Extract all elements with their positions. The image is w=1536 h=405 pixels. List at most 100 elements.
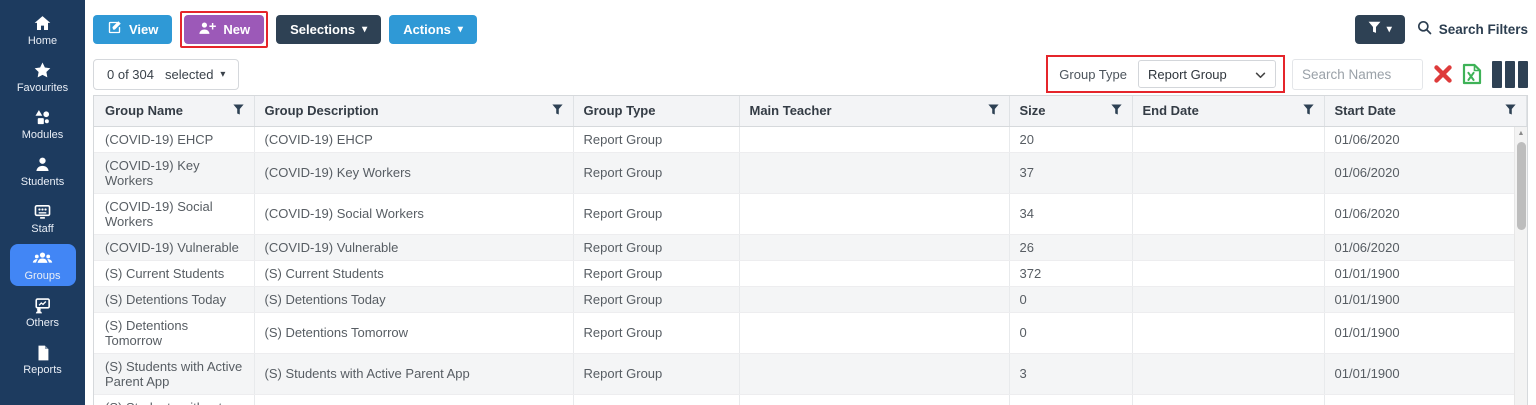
cell-description: (COVID-19) Key Workers bbox=[254, 152, 574, 194]
group-type-value: Report Group bbox=[1148, 66, 1227, 82]
table-scrollbar[interactable]: ▲ bbox=[1514, 127, 1527, 405]
cell-size: 26 bbox=[1009, 234, 1133, 261]
filter-funnel-icon[interactable] bbox=[1505, 103, 1516, 118]
modules-icon bbox=[33, 108, 52, 127]
search-icon bbox=[1417, 20, 1432, 38]
search-filters-button[interactable]: Search Filters bbox=[1417, 20, 1528, 38]
cell-teacher bbox=[739, 193, 1010, 235]
cell-teacher bbox=[739, 152, 1010, 194]
selected-word: selected bbox=[165, 66, 214, 82]
cell-description: (S) Current Students bbox=[254, 260, 574, 287]
table-row[interactable]: (S) Detentions Tomorrow (S) Detentions To… bbox=[94, 312, 1527, 354]
scrollbar-thumb[interactable] bbox=[1517, 142, 1526, 230]
cell-teacher bbox=[739, 286, 1010, 313]
cell-size: 369 bbox=[1009, 394, 1133, 405]
column-header-group-description[interactable]: Group Description bbox=[254, 96, 574, 127]
cell-size: 34 bbox=[1009, 193, 1133, 235]
cell-teacher bbox=[739, 312, 1010, 354]
table-row[interactable]: (COVID-19) Key Workers (COVID-19) Key Wor… bbox=[94, 152, 1527, 194]
cell-start: 01/06/2020 bbox=[1324, 152, 1527, 194]
column-header-label: Main Teacher bbox=[749, 103, 832, 119]
scroll-up-arrow-icon[interactable]: ▲ bbox=[1515, 130, 1527, 137]
search-names-input[interactable] bbox=[1292, 58, 1423, 90]
cell-type: Report Group bbox=[573, 152, 740, 194]
selections-button[interactable]: Selections ▾ bbox=[276, 14, 382, 44]
column-header-group-type[interactable]: Group Type bbox=[573, 96, 740, 127]
sidebar-item-staff[interactable]: Staff bbox=[10, 197, 76, 239]
cell-description: (S) Students without Active Parent App bbox=[254, 394, 574, 405]
cell-size: 372 bbox=[1009, 260, 1133, 287]
sidebar-item-label: Favourites bbox=[16, 82, 69, 94]
filter-funnel-icon[interactable] bbox=[1302, 103, 1314, 118]
actions-button-label: Actions bbox=[403, 21, 451, 37]
cell-end bbox=[1132, 286, 1325, 313]
caret-down-icon: ▾ bbox=[1386, 24, 1392, 35]
groups-table: Group Name Group Description Group Type Mai… bbox=[93, 95, 1528, 405]
sidebar-item-modules[interactable]: Modules bbox=[10, 103, 76, 145]
sidebar-item-reports[interactable]: Reports bbox=[10, 338, 76, 380]
table-row[interactable]: (COVID-19) EHCP (COVID-19) EHCP Report Gro… bbox=[94, 126, 1527, 153]
table-row[interactable]: (COVID-19) Vulnerable (COVID-19) Vulnerab… bbox=[94, 234, 1527, 261]
edit-icon bbox=[107, 20, 122, 38]
sidebar-item-others[interactable]: Others bbox=[10, 291, 76, 333]
column-header-start-date[interactable]: Start Date bbox=[1324, 96, 1527, 127]
cell-teacher bbox=[739, 353, 1010, 395]
column-header-main-teacher[interactable]: Main Teacher bbox=[739, 96, 1010, 127]
cell-name: (S) Detentions Tomorrow bbox=[94, 312, 255, 354]
cell-type: Report Group bbox=[573, 234, 740, 261]
column-header-end-date[interactable]: End Date bbox=[1132, 96, 1325, 127]
cell-name: (COVID-19) EHCP bbox=[94, 126, 255, 153]
column-header-group-name[interactable]: Group Name bbox=[94, 96, 255, 127]
table-row[interactable]: (S) Detentions Today (S) Detentions Today… bbox=[94, 286, 1527, 313]
cell-type: Report Group bbox=[573, 394, 740, 405]
cell-type: Report Group bbox=[573, 193, 740, 235]
caret-down-icon: ▾ bbox=[362, 24, 368, 35]
cell-name: (S) Students with Active Parent App bbox=[94, 353, 255, 395]
cell-end bbox=[1132, 234, 1325, 261]
annotation-box-new: New bbox=[180, 10, 269, 48]
cell-teacher bbox=[739, 260, 1010, 287]
table-row[interactable]: (S) Students without Active Parent App(S… bbox=[94, 394, 1527, 405]
sidebar-item-home[interactable]: Home bbox=[10, 9, 76, 51]
filter-funnel-icon[interactable] bbox=[232, 103, 244, 118]
cell-description: (S) Students with Active Parent App bbox=[254, 353, 574, 395]
sidebar-item-favourites[interactable]: Favourites bbox=[10, 56, 76, 98]
selections-button-label: Selections bbox=[290, 21, 356, 37]
selected-count-button[interactable]: 0 of 304 selected ▾ bbox=[93, 58, 240, 90]
filter-button[interactable]: ▾ bbox=[1354, 14, 1405, 44]
cell-end bbox=[1132, 260, 1325, 287]
cell-teacher bbox=[739, 126, 1010, 153]
actions-button[interactable]: Actions ▾ bbox=[389, 14, 477, 44]
filter-funnel-icon[interactable] bbox=[987, 103, 999, 118]
sidebar-item-label: Groups bbox=[24, 270, 61, 282]
chevron-down-icon bbox=[1255, 67, 1266, 82]
cell-start: 01/01/1900 bbox=[1324, 260, 1527, 287]
filter-funnel-icon[interactable] bbox=[551, 103, 563, 118]
cell-size: 37 bbox=[1009, 152, 1133, 194]
table-row[interactable]: (S) Students with Active Parent App (S) S… bbox=[94, 353, 1527, 395]
excel-export-icon[interactable] bbox=[1460, 62, 1484, 86]
cell-name: (COVID-19) Vulnerable bbox=[94, 234, 255, 261]
columns-icon[interactable] bbox=[1492, 60, 1528, 88]
clear-filters-icon[interactable] bbox=[1432, 63, 1454, 85]
cell-end bbox=[1132, 152, 1325, 194]
table-row[interactable]: (COVID-19) Social Workers (COVID-19) Soci… bbox=[94, 193, 1527, 235]
table-row[interactable]: (S) Current Students (S) Current Students… bbox=[94, 260, 1527, 287]
cell-name: (S) Detentions Today bbox=[94, 286, 255, 313]
cell-size: 0 bbox=[1009, 286, 1133, 313]
new-button[interactable]: New bbox=[184, 14, 265, 44]
sidebar-item-label: Staff bbox=[31, 223, 54, 235]
cell-name: (S) Students without Active Parent App bbox=[94, 394, 255, 405]
view-button[interactable]: View bbox=[93, 14, 173, 44]
cell-description: (COVID-19) EHCP bbox=[254, 126, 574, 153]
column-header-size[interactable]: Size bbox=[1009, 96, 1133, 127]
cell-start: 01/01/1900 bbox=[1324, 394, 1527, 405]
sidebar-item-groups[interactable]: Groups bbox=[9, 244, 76, 286]
sidebar-item-students[interactable]: Students bbox=[10, 150, 76, 192]
main-content: View New Selections ▾ Actions ▾ ▾ Search… bbox=[85, 0, 1536, 405]
sidebar-item-label: Students bbox=[20, 176, 65, 188]
selected-count: 0 of 304 bbox=[107, 66, 154, 82]
group-type-select[interactable]: Report Group bbox=[1138, 60, 1276, 88]
cell-name: (S) Current Students bbox=[94, 260, 255, 287]
filter-funnel-icon[interactable] bbox=[1110, 103, 1122, 118]
